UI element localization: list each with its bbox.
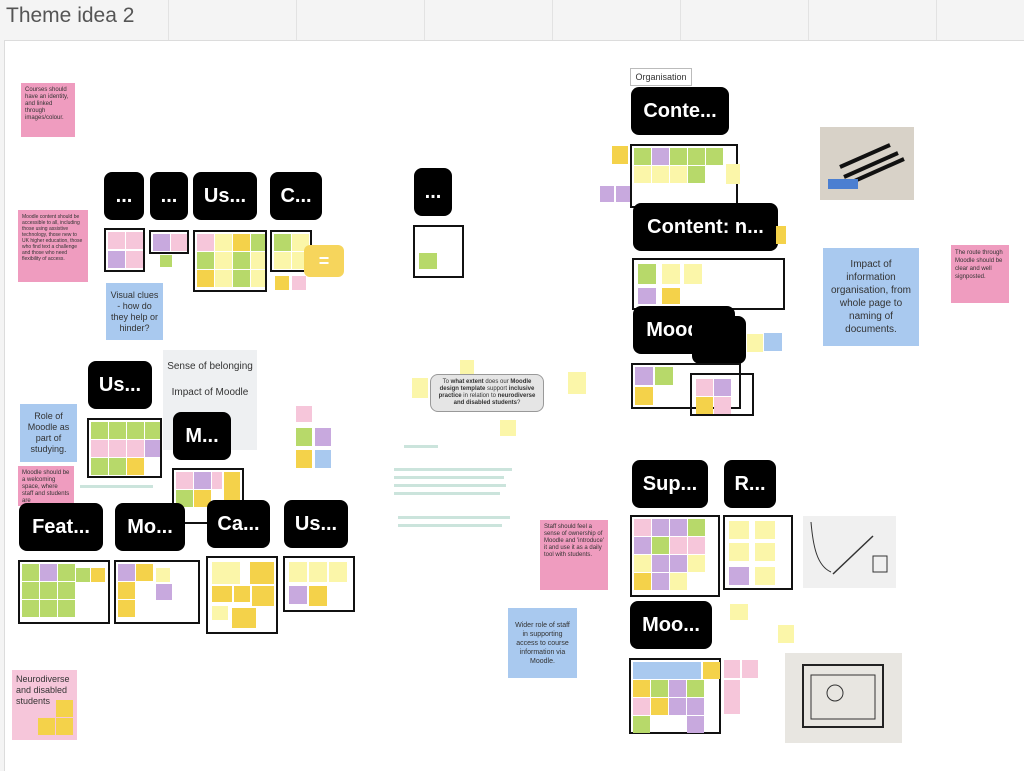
sticky-note[interactable]: [724, 660, 740, 678]
sticky-note-courses-identity[interactable]: Courses should have an identity, and lin…: [21, 83, 75, 137]
sticky-note-route-through[interactable]: The route through Moodle should be clear…: [951, 245, 1009, 303]
cluster-frame-17[interactable]: [629, 658, 721, 734]
cluster-label-3[interactable]: Us...: [193, 172, 257, 220]
sticky-note[interactable]: [38, 718, 55, 735]
cluster-frame-14b[interactable]: [690, 373, 754, 416]
sticky-note[interactable]: [296, 406, 312, 422]
cluster-frame-12[interactable]: [630, 144, 738, 208]
organisation-tag[interactable]: Organisation: [630, 68, 692, 86]
cluster-label-4[interactable]: C...: [270, 172, 322, 220]
sticky-note[interactable]: [460, 360, 474, 374]
sticky-note[interactable]: [742, 660, 758, 678]
cluster-label-13[interactable]: Content: n...: [633, 203, 778, 251]
sticky-note-role-of-moodle[interactable]: Role of Moodle as part of studying.: [20, 404, 77, 462]
cluster-label-16[interactable]: R...: [724, 460, 776, 508]
sticky-note[interactable]: [616, 186, 630, 202]
cluster-label-15[interactable]: Sup...: [632, 460, 708, 508]
sticky-note[interactable]: [726, 164, 740, 184]
central-question-node[interactable]: To what extent does our Moodle design te…: [430, 374, 544, 412]
sticky-note[interactable]: [56, 718, 73, 735]
sticky-note-moodle-accessible[interactable]: Moodle content should be accessible to a…: [18, 210, 88, 282]
comment-icon[interactable]: =: [304, 245, 344, 277]
cluster-frame-11[interactable]: [283, 556, 355, 612]
cluster-frame-3[interactable]: [193, 230, 267, 292]
cluster-label-9[interactable]: Mo...: [115, 503, 185, 551]
sticky-note[interactable]: [292, 276, 306, 290]
cluster-label-overlap[interactable]: [692, 316, 746, 364]
cluster-label-10[interactable]: Ca...: [207, 500, 270, 548]
sticky-note-visual-clues[interactable]: Visual clues - how do they help or hinde…: [106, 283, 163, 340]
sticky-note[interactable]: [315, 428, 331, 446]
cluster-frame-13[interactable]: [632, 258, 785, 310]
design-sketch-photo[interactable]: [820, 127, 914, 200]
cluster-frame-15[interactable]: [630, 515, 720, 597]
sticky-note[interactable]: [600, 186, 614, 202]
sticky-note[interactable]: [160, 255, 172, 267]
sticky-note[interactable]: [315, 450, 331, 468]
sticky-note[interactable]: [500, 420, 516, 436]
sticky-note-wider-role[interactable]: Wider role of staff in supporting access…: [508, 608, 577, 678]
cluster-frame-6[interactable]: [87, 418, 162, 478]
sticky-note[interactable]: [296, 450, 312, 468]
cluster-label-1[interactable]: ...: [104, 172, 144, 220]
cluster-frame-1[interactable]: [104, 228, 145, 272]
cluster-frame-8[interactable]: [18, 560, 110, 624]
sticky-note[interactable]: [412, 378, 428, 398]
cluster-label-7[interactable]: M...: [173, 412, 231, 460]
cluster-label-12[interactable]: Conte...: [631, 87, 729, 135]
sketch-photo-3[interactable]: [785, 653, 902, 743]
sticky-note[interactable]: [776, 226, 786, 244]
sticky-note-staff-ownership[interactable]: Staff should feel a sense of ownership o…: [540, 520, 608, 590]
sticky-note-welcoming-space[interactable]: Moodle should be a welcoming space, wher…: [18, 466, 74, 506]
sticky-note[interactable]: [764, 333, 782, 351]
cluster-label-5[interactable]: ...: [414, 168, 452, 216]
board-title[interactable]: Theme idea 2: [6, 4, 134, 28]
sticky-note[interactable]: [730, 604, 748, 620]
sticky-note[interactable]: [778, 625, 794, 643]
sketch-photo-2[interactable]: [803, 516, 896, 588]
cluster-label-11[interactable]: Us...: [284, 500, 348, 548]
cluster-frame-9[interactable]: [114, 560, 200, 624]
sticky-note[interactable]: [275, 276, 289, 290]
cluster-frame-2[interactable]: [149, 230, 189, 254]
cluster-label-8[interactable]: Feat...: [19, 503, 103, 551]
sticky-note[interactable]: [56, 700, 73, 717]
cluster-frame-10[interactable]: [206, 556, 278, 634]
sticky-note[interactable]: [612, 146, 628, 164]
top-bar: [0, 0, 1024, 40]
cluster-label-6[interactable]: Us...: [88, 361, 152, 409]
cluster-label-2[interactable]: ...: [150, 172, 188, 220]
sticky-note-impact-info-org[interactable]: Impact of information organisation, from…: [823, 248, 919, 346]
cluster-frame-5[interactable]: [413, 225, 464, 278]
cluster-label-17[interactable]: Moo...: [630, 601, 712, 649]
sticky-note[interactable]: [568, 372, 586, 394]
sticky-note[interactable]: [724, 696, 740, 714]
cluster-frame-16[interactable]: [723, 515, 793, 590]
sticky-note[interactable]: [296, 428, 312, 446]
sticky-note[interactable]: [747, 334, 763, 352]
